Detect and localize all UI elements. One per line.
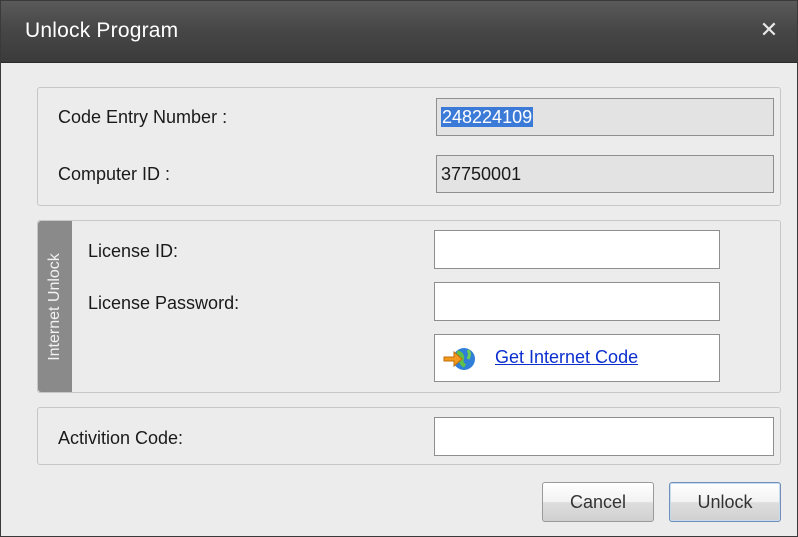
internet-unlock-tab: Internet Unlock xyxy=(38,221,72,392)
license-password-label: License Password: xyxy=(88,293,240,313)
license-id-label: License ID: xyxy=(88,241,179,261)
unlock-button[interactable]: Unlock xyxy=(669,482,781,522)
computer-id-label: Computer ID : xyxy=(58,164,171,184)
license-id-input[interactable] xyxy=(434,230,720,269)
activation-code-label: Activition Code: xyxy=(58,428,184,448)
code-entry-label: Code Entry Number : xyxy=(58,107,228,127)
internet-unlock-panel: Internet Unlock License ID: License Pass… xyxy=(37,220,781,393)
activation-panel: Activition Code: xyxy=(37,407,781,465)
license-password-input[interactable] xyxy=(434,282,720,321)
code-entry-field[interactable]: 248224109 xyxy=(436,98,774,136)
computer-id-field[interactable]: 37750001 xyxy=(436,155,774,193)
activation-code-input[interactable] xyxy=(434,417,774,456)
code-entry-value: 248224109 xyxy=(441,107,534,127)
cancel-button[interactable]: Cancel xyxy=(542,482,654,522)
internet-unlock-tab-label: Internet Unlock xyxy=(46,252,63,361)
info-panel: Code Entry Number : 248224109 Computer I… xyxy=(37,87,781,206)
window-title: Unlock Program xyxy=(25,19,179,42)
globe-arrow-icon xyxy=(443,348,475,370)
get-internet-code-link[interactable]: Get Internet Code xyxy=(495,347,638,368)
close-icon[interactable]: ✕ xyxy=(755,15,783,45)
unlock-program-dialog: Unlock Program ✕ Code Entry Number : 248… xyxy=(0,0,798,537)
get-internet-code-button[interactable]: Get Internet Code xyxy=(434,334,720,382)
title-bar[interactable]: Unlock Program ✕ xyxy=(1,1,797,63)
